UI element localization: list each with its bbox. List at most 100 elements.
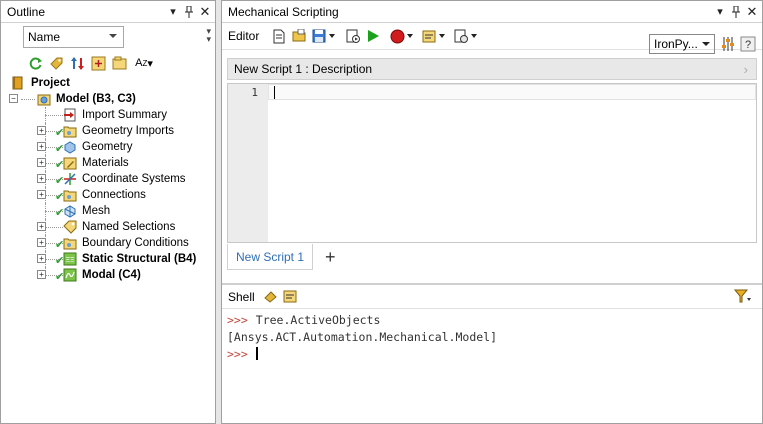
tree-node-label: Modal (C4)	[82, 269, 141, 281]
name-filter-value: Name	[28, 30, 61, 44]
filter-icon[interactable]	[733, 289, 752, 306]
collapse-icon[interactable]: −	[9, 94, 18, 103]
tree-connector	[21, 99, 35, 100]
expand-all-icon[interactable]	[90, 55, 106, 71]
scripting-pane: Mechanical Scripting ▾ ✕ Editor IronPy..…	[221, 0, 763, 424]
outline-pane: Outline ▾ ✕ Name ▾ ▾ A Z ▾ Project − Mod…	[0, 0, 216, 424]
debug-icon[interactable]	[453, 28, 469, 44]
tree-node[interactable]: Import Summary	[1, 107, 215, 123]
tag-icon[interactable]	[48, 55, 64, 71]
tree-connector	[45, 107, 46, 123]
tree-node-label: Geometry Imports	[82, 125, 175, 137]
expand-icon[interactable]: +	[37, 126, 46, 135]
language-value: IronPy...	[654, 37, 698, 51]
expand-icon[interactable]: +	[37, 174, 46, 183]
tree-node[interactable]: + ✔ Coordinate Systems	[1, 171, 215, 187]
run-selection-icon[interactable]	[345, 28, 361, 44]
tab-new-script-1[interactable]: New Script 1	[227, 244, 314, 270]
shell-console[interactable]: >>> Tree.ActiveObjects [Ansys.ACT.Automa…	[227, 311, 757, 419]
pin-icon[interactable]	[728, 3, 744, 21]
dropdown-icon[interactable]: ▾	[712, 3, 728, 21]
outline-tree: Project − Model (B3, C3) Import Summary + ✔ Ge…	[1, 75, 215, 283]
language-dropdown[interactable]: IronPy...	[649, 34, 715, 54]
tree-connector	[45, 115, 63, 116]
status-check-icon: ✔	[55, 239, 65, 251]
tree-node-label: Connections	[82, 189, 146, 201]
import-icon	[63, 108, 77, 122]
settings-sliders-icon[interactable]	[720, 36, 736, 52]
snippet-icon[interactable]	[421, 28, 437, 44]
expand-icon[interactable]: +	[37, 238, 46, 247]
status-check-icon: ✔	[55, 159, 65, 171]
static-icon: ΞΞ	[63, 252, 77, 266]
scripting-titlebar: Mechanical Scripting ▾ ✕	[222, 1, 762, 23]
tree-node[interactable]: + ✔ Boundary Conditions	[1, 235, 215, 251]
chevron-right-icon[interactable]: ›	[744, 62, 748, 77]
tree-node-label: Materials	[82, 157, 129, 169]
materials-icon	[63, 156, 77, 170]
toolbar-overflow-icon[interactable]: ▾ ▾	[206, 27, 211, 44]
refresh-icon[interactable]	[27, 55, 43, 71]
save-icon[interactable]	[311, 28, 327, 44]
tree-node[interactable]: + Named Selections	[1, 219, 215, 235]
modal-icon	[63, 268, 77, 282]
chevron-down-icon	[702, 42, 710, 46]
dropdown-icon[interactable]: ▾	[165, 3, 181, 21]
expand-icon[interactable]: +	[37, 190, 46, 199]
code-editor[interactable]: 1	[227, 83, 757, 243]
record-icon[interactable]	[389, 28, 405, 44]
expand-icon[interactable]: +	[37, 158, 46, 167]
sort-alpha-icon[interactable]: A Z ▾	[132, 55, 156, 71]
help-icon[interactable]: ?	[740, 36, 756, 52]
collapse-icon[interactable]	[111, 55, 127, 71]
folder-icon	[63, 188, 77, 202]
save-options-arrow[interactable]	[329, 34, 336, 38]
clear-shell-icon[interactable]	[263, 289, 279, 305]
tree-node[interactable]: + ✔ Connections	[1, 187, 215, 203]
tree-node[interactable]: Project	[1, 75, 215, 91]
expand-icon[interactable]: +	[37, 254, 46, 263]
debug-options-arrow[interactable]	[471, 34, 478, 38]
status-check-icon: ✔	[55, 271, 65, 283]
tree-node[interactable]: ✔ Mesh	[1, 203, 215, 219]
close-icon[interactable]: ✕	[744, 3, 760, 21]
outline-title: Outline	[7, 4, 46, 19]
shell-prompt: >>>	[227, 312, 248, 327]
shell-prompt: >>>	[227, 346, 248, 361]
run-script-icon[interactable]	[365, 28, 381, 44]
status-check-icon: ✔	[55, 175, 65, 187]
current-line-highlight	[268, 84, 756, 100]
geometry-icon	[63, 140, 77, 154]
tree-node[interactable]: + ✔ Materials	[1, 155, 215, 171]
editor-caret	[274, 86, 275, 99]
project-icon	[11, 76, 25, 90]
snippet-options-arrow[interactable]	[439, 34, 446, 38]
shell-snippet-icon[interactable]	[283, 289, 299, 305]
shell-command: Tree.ActiveObjects	[255, 312, 381, 327]
script-description-bar[interactable]: New Script 1 : Description ›	[227, 58, 757, 80]
record-options-arrow[interactable]	[407, 34, 414, 38]
expand-icon[interactable]: +	[37, 270, 46, 279]
new-script-icon[interactable]	[271, 28, 287, 44]
sort-icon[interactable]	[69, 55, 85, 71]
tree-node[interactable]: + ΞΞ ✔ Static Structural (B4)	[1, 251, 215, 267]
close-icon[interactable]: ✕	[197, 3, 213, 21]
shell-output: [Ansys.ACT.Automation.Mechanical.Model]	[227, 329, 498, 344]
add-tab-button[interactable]: +	[325, 247, 336, 268]
named-icon	[63, 220, 77, 234]
tree-node-label: Import Summary	[82, 109, 167, 121]
shell-caret	[255, 347, 258, 360]
tree-node[interactable]: − Model (B3, C3)	[1, 91, 215, 107]
tree-node[interactable]: + ✔ Geometry	[1, 139, 215, 155]
shell-line: >>> Tree.ActiveObjects	[227, 311, 757, 328]
tree-node[interactable]: + ✔ Geometry Imports	[1, 123, 215, 139]
editor-label: Editor	[228, 29, 260, 43]
folder-icon	[63, 236, 77, 250]
tree-node[interactable]: + ✔ Modal (C4)	[1, 267, 215, 283]
open-folder-icon[interactable]	[291, 28, 307, 44]
expand-icon[interactable]: +	[37, 222, 46, 231]
name-filter-dropdown[interactable]: Name	[23, 26, 124, 48]
pin-icon[interactable]	[181, 3, 197, 21]
outline-titlebar: Outline ▾ ✕	[1, 1, 215, 23]
expand-icon[interactable]: +	[37, 142, 46, 151]
